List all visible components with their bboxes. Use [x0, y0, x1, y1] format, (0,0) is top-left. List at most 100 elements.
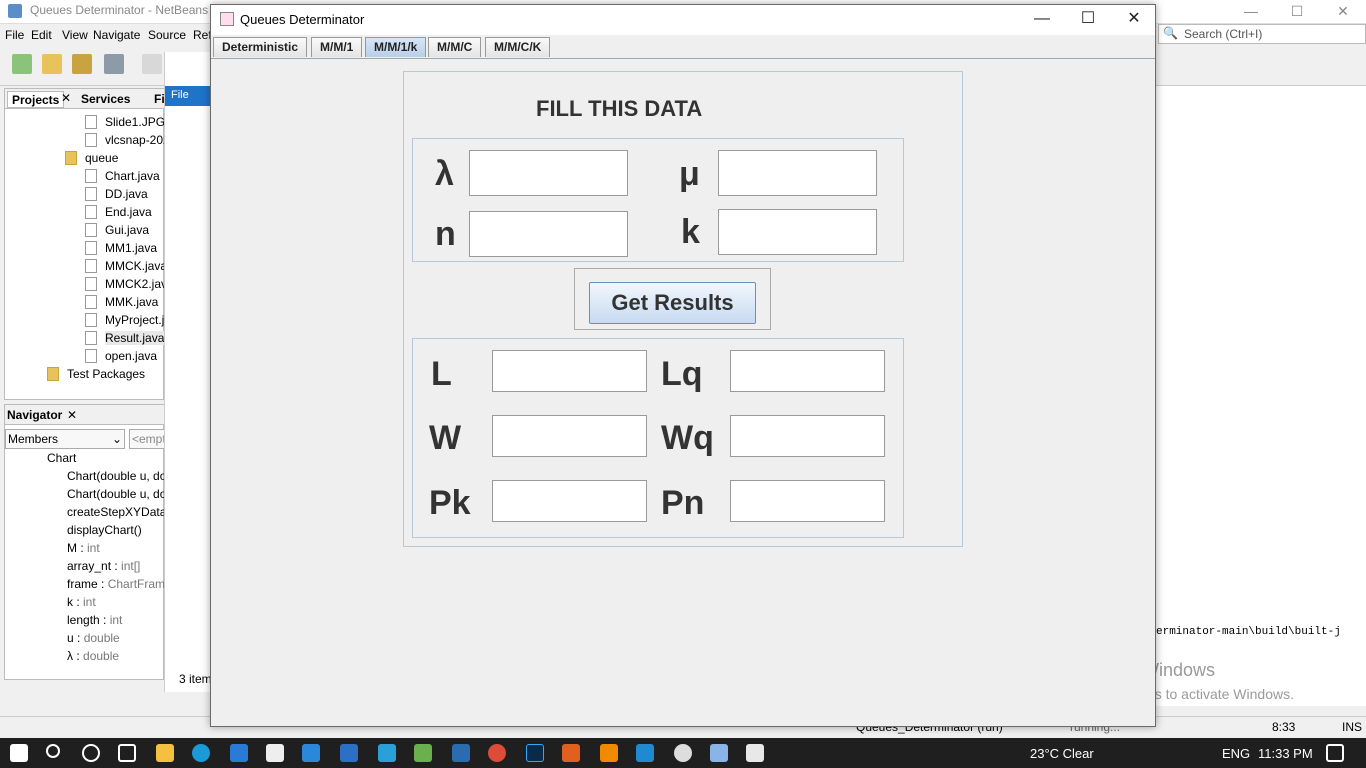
minimize-icon[interactable]: — [1228, 0, 1274, 24]
search-icon: 🔍 [1163, 26, 1178, 40]
mu-input[interactable] [718, 150, 877, 196]
tree-item[interactable]: End.java [105, 205, 152, 219]
cortana-icon[interactable] [82, 744, 100, 762]
nav-item[interactable]: length : int [67, 613, 122, 627]
tree-item[interactable]: open.java [105, 349, 157, 363]
nav-item[interactable]: Chart(double u, dou [67, 469, 173, 483]
edge-icon[interactable] [192, 744, 210, 762]
start-icon[interactable] [10, 744, 28, 762]
close-icon[interactable]: ✕ [61, 91, 71, 105]
new-file-icon[interactable] [12, 54, 32, 74]
notifications-icon[interactable] [1326, 744, 1344, 762]
java-file-icon [85, 187, 97, 201]
search-input[interactable]: 🔍 Search (Ctrl+I) [1158, 24, 1366, 44]
new-project-icon[interactable] [42, 54, 62, 74]
app-icon[interactable] [340, 744, 358, 762]
n-input[interactable] [469, 211, 628, 257]
close-button[interactable]: ✕ [1111, 5, 1157, 35]
tree-item[interactable]: Test Packages [67, 367, 145, 381]
L-label: L [431, 355, 452, 393]
menu-edit[interactable]: Edit [31, 28, 52, 42]
tab-bar: Deterministic M/M/1 M/M/1/k M/M/C M/M/C/… [211, 37, 1155, 59]
menu-navigate[interactable]: Navigate [93, 28, 140, 42]
open-project-icon[interactable] [72, 54, 92, 74]
tree-item[interactable]: Chart.java [105, 169, 160, 183]
tree-item[interactable]: DD.java [105, 187, 148, 201]
tab-mmck[interactable]: M/M/C/K [485, 37, 551, 57]
app-icon[interactable] [302, 744, 320, 762]
filter-input[interactable]: <empt [129, 429, 166, 449]
minimize-button[interactable]: — [1019, 5, 1065, 35]
nav-item[interactable]: frame : ChartFrame [67, 577, 172, 591]
file-explorer-icon[interactable] [156, 744, 174, 762]
app-icon[interactable] [378, 744, 396, 762]
close-icon[interactable] [1334, 86, 1364, 104]
menu-refactor[interactable]: Ref [193, 28, 212, 42]
nav-item[interactable]: Chart [47, 451, 76, 465]
search-icon[interactable] [46, 744, 60, 758]
undo-icon[interactable] [142, 54, 162, 74]
nav-item[interactable]: array_nt : int[] [67, 559, 140, 573]
nav-item[interactable]: k : int [67, 595, 96, 609]
app-icon[interactable] [452, 744, 470, 762]
weather[interactable]: 23°C Clear [1030, 746, 1094, 761]
L-output[interactable] [492, 350, 647, 392]
W-output[interactable] [492, 415, 647, 457]
mail-icon[interactable] [230, 744, 248, 762]
language[interactable]: ENG [1222, 746, 1250, 761]
close-icon[interactable]: ✕ [1320, 0, 1366, 24]
nav-item[interactable]: M : int [67, 541, 100, 555]
Lq-output[interactable] [730, 350, 885, 392]
tab-deterministic[interactable]: Deterministic [213, 37, 308, 57]
k-input[interactable] [718, 209, 877, 255]
tab-mm1[interactable]: M/M/1 [311, 37, 363, 57]
nav-item[interactable]: createStepXYDatase [67, 505, 179, 519]
maximize-icon[interactable]: ☐ [1274, 0, 1320, 24]
nav-item[interactable]: u : double [67, 631, 120, 645]
members-select[interactable]: Members ⌄ [5, 429, 125, 449]
netbeans-taskbar-icon[interactable] [710, 744, 728, 762]
close-icon[interactable]: ✕ [67, 408, 77, 422]
nav-item[interactable]: displayChart() [67, 523, 142, 537]
Pk-output[interactable] [492, 480, 647, 522]
tree-item[interactable]: MMK.java [105, 295, 158, 309]
get-results-button[interactable]: Get Results [589, 282, 756, 324]
tab-mm1k[interactable]: M/M/1/k [365, 37, 427, 57]
java-app-icon[interactable] [746, 744, 764, 762]
nav-item[interactable]: Chart(double u, dou [67, 487, 173, 501]
task-view-icon[interactable] [118, 744, 136, 762]
menu-view[interactable]: View [62, 28, 88, 42]
tree-item[interactable]: vlcsnap-202 [105, 133, 170, 147]
app-icon[interactable] [414, 744, 432, 762]
tree-item[interactable]: Result.java [105, 331, 165, 345]
input-group: λ μ n k [412, 138, 904, 262]
vlc-icon[interactable] [600, 744, 618, 762]
tree-item[interactable]: MM1.java [105, 241, 157, 255]
Wq-output[interactable] [730, 415, 885, 457]
tree-item[interactable]: MyProject.ja [105, 313, 171, 327]
photoshop-icon[interactable] [526, 744, 544, 762]
explorer-file-tab[interactable]: File [165, 86, 213, 106]
app-icon[interactable] [674, 744, 692, 762]
store-icon[interactable] [266, 744, 284, 762]
tree-item[interactable]: Gui.java [105, 223, 149, 237]
save-all-icon[interactable] [104, 54, 124, 74]
tab-projects[interactable]: Projects [7, 91, 65, 108]
lambda-input[interactable] [469, 150, 628, 196]
tree-item[interactable]: Slide1.JPG [105, 115, 165, 129]
nav-item[interactable]: λ : double [67, 649, 119, 663]
Pn-output[interactable] [730, 480, 885, 522]
tab-services[interactable]: Services [77, 91, 134, 108]
output-group: L Lq W Wq Pk Pn [412, 338, 904, 538]
vscode-icon[interactable] [636, 744, 654, 762]
menu-source[interactable]: Source [148, 28, 186, 42]
maximize-button[interactable]: ☐ [1065, 5, 1111, 35]
matlab-icon[interactable] [562, 744, 580, 762]
clock[interactable]: 11:33 PM [1258, 746, 1313, 761]
tree-item[interactable]: queue [85, 151, 118, 165]
Wq-label: Wq [661, 419, 714, 457]
menu-file[interactable]: File [5, 28, 24, 42]
tree-item[interactable]: MMCK.java [105, 259, 167, 273]
tab-mmc[interactable]: M/M/C [428, 37, 482, 57]
chrome-icon[interactable] [488, 744, 506, 762]
